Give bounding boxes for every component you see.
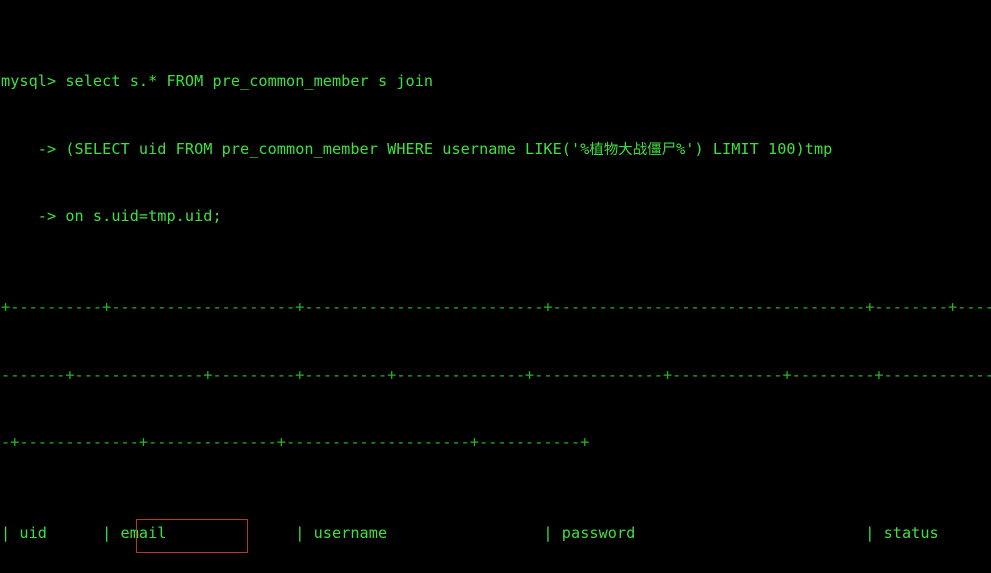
mysql-terminal[interactable]: mysql> select s.* FROM pre_common_member… xyxy=(0,0,991,573)
separator-top-line-3: -+-------------+--------------+---------… xyxy=(1,433,590,452)
separator-top-line-1: +----------+--------------------+-------… xyxy=(1,297,991,316)
query-line-3: -> on s.uid=tmp.uid; xyxy=(1,207,222,226)
cjk-text: 植物大战僵尸 xyxy=(589,141,677,158)
column-header-line-1: | uid | email | username | password | st… xyxy=(1,523,939,542)
separator-top-line-2: -------+--------------+---------+-------… xyxy=(1,365,991,384)
query-line-2: -> (SELECT uid FROM pre_common_member WH… xyxy=(1,139,833,158)
query-line-1: mysql> select s.* FROM pre_common_member… xyxy=(1,71,434,90)
